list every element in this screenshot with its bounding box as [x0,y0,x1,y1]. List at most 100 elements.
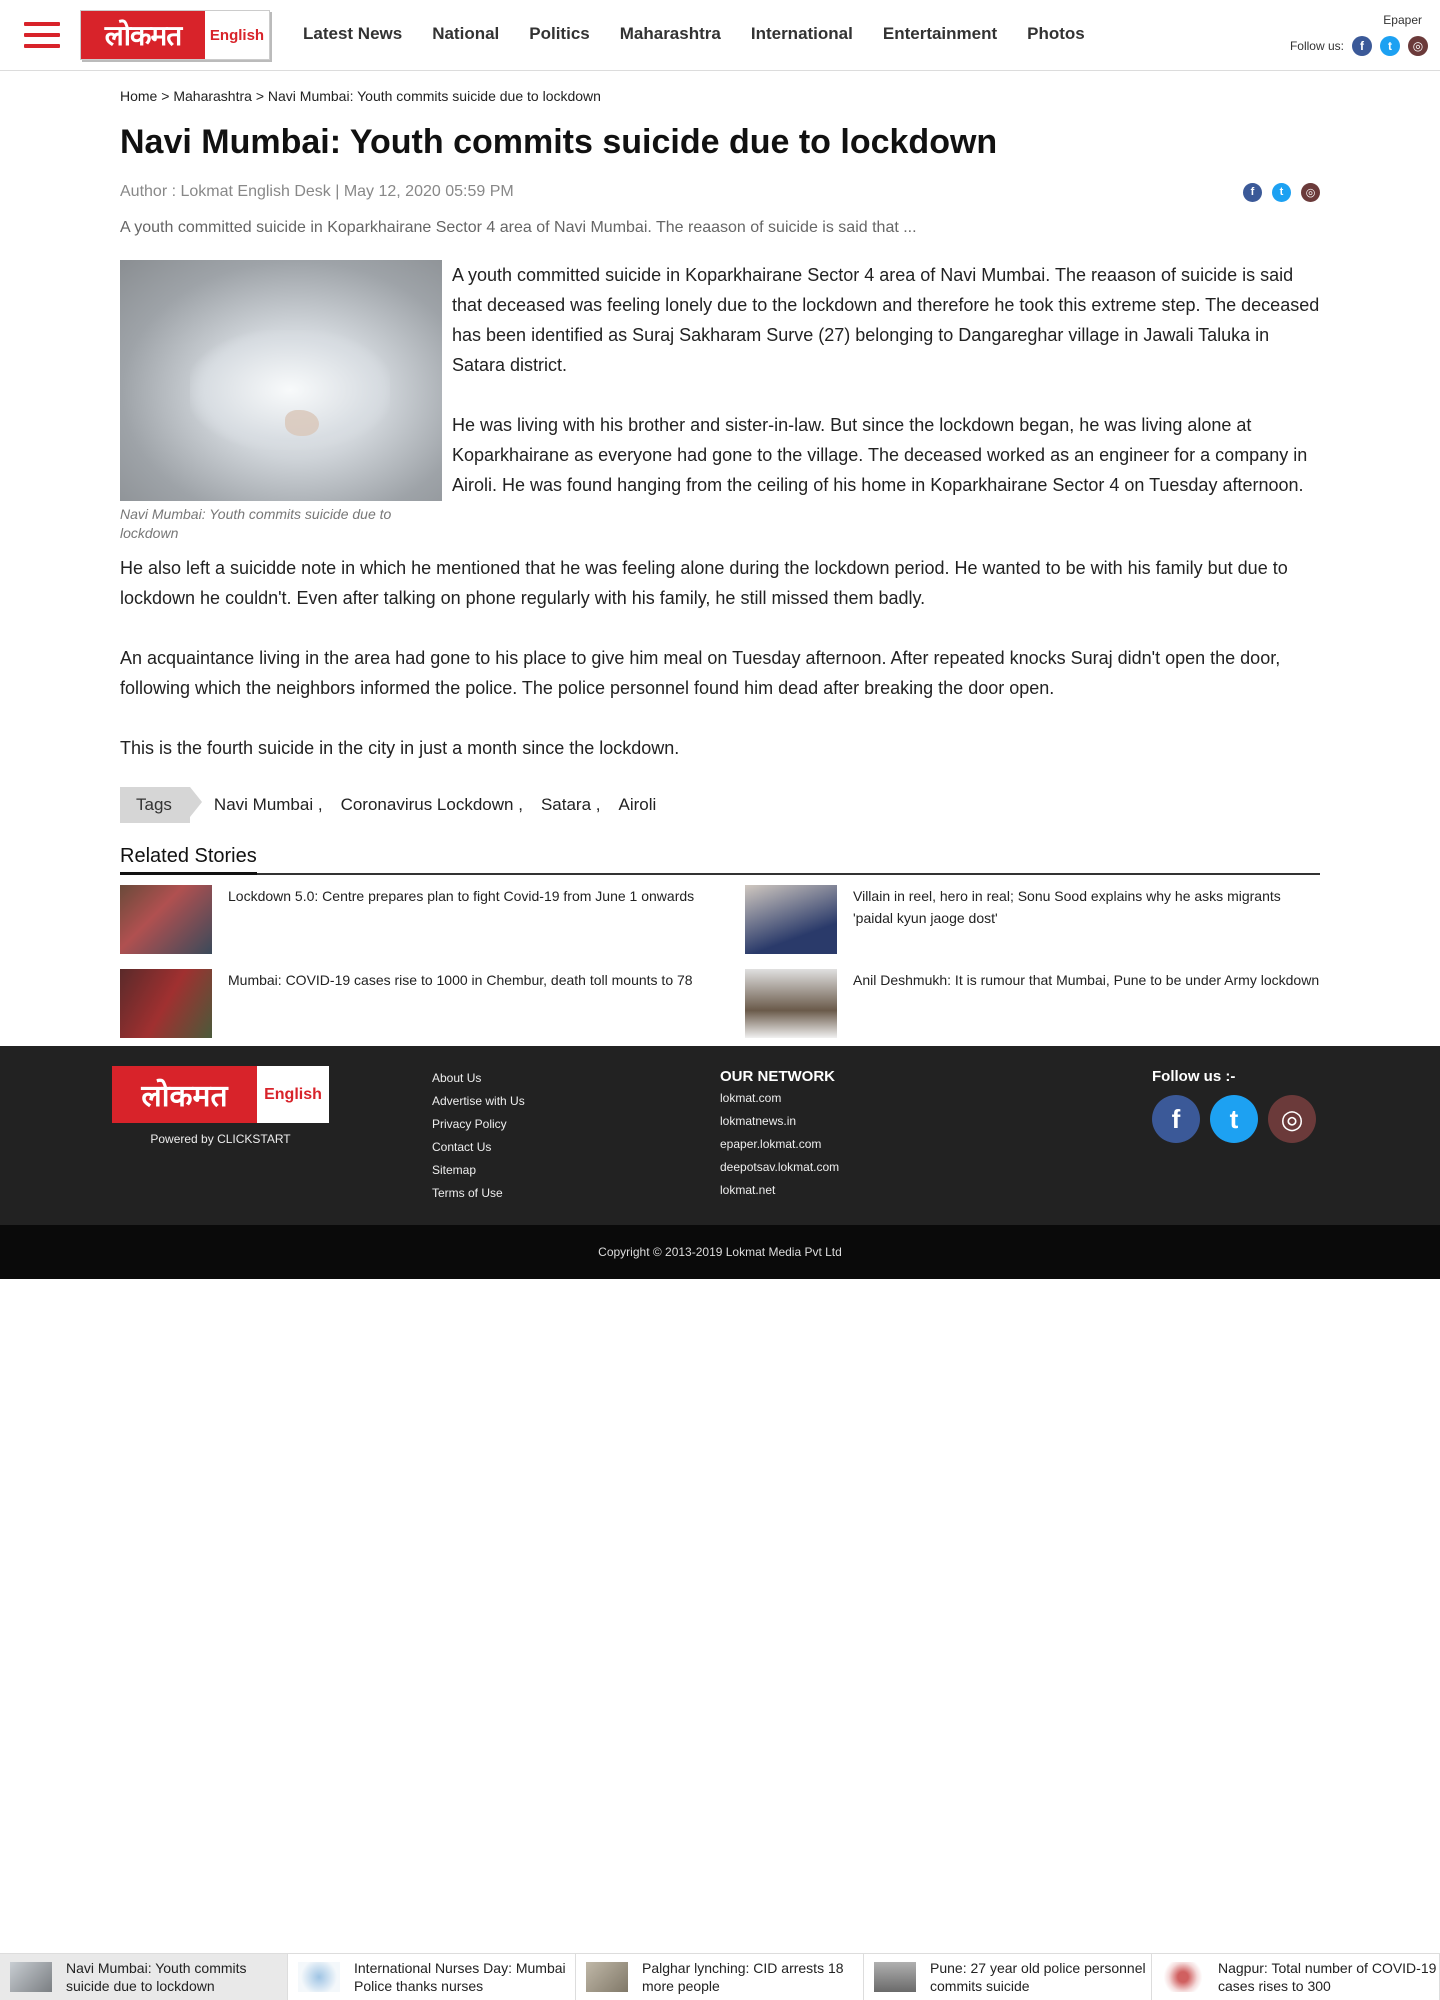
article-body: Navi Mumbai: Youth commits suicide due t… [120,259,1320,823]
footer-instagram-icon[interactable]: ◎ [1268,1095,1316,1143]
share-buttons: f t ◎ [1243,182,1320,202]
author-date: Author : Lokmat English Desk | May 12, 2… [120,182,514,200]
strip-thumbnail [1162,1962,1204,1992]
nav-latest-news[interactable]: Latest News [303,24,402,44]
nav-national[interactable]: National [432,24,499,44]
bottom-news-strip: Navi Mumbai: Youth commits suicide due t… [0,1953,1440,2000]
tags-label: Tags [120,786,202,823]
strip-item[interactable]: Palghar lynching: CID arrests 18 more pe… [576,1954,864,2000]
related-stories-grid: Lockdown 5.0: Centre prepares plan to fi… [120,884,1320,1038]
strip-title: Palghar lynching: CID arrests 18 more pe… [642,1960,844,1994]
strip-item[interactable]: International Nurses Day: Mumbai Police … [288,1954,576,2000]
footer-follow: Follow us :- f t ◎ [1152,1068,1316,1143]
instagram-icon[interactable]: ◎ [1408,36,1428,56]
related-story[interactable]: Lockdown 5.0: Centre prepares plan to fi… [120,884,745,954]
story-thumbnail [745,884,837,954]
network-link[interactable]: deepotsav.lokmat.com [720,1160,839,1174]
breadcrumb: Home > Maharashtra > Navi Mumbai: Youth … [120,88,1320,104]
photo-caption: Navi Mumbai: Youth commits suicide due t… [120,505,392,541]
related-stories-header: Related Stories [120,845,1320,875]
footer-link-about[interactable]: About Us [432,1071,525,1085]
footer-logo-wordmark: लोकमत [112,1066,257,1123]
story-title: Mumbai: COVID-19 cases rise to 1000 in C… [228,971,693,988]
copyright-bar: Copyright © 2013-2019 Lokmat Media Pvt L… [0,1225,1440,1279]
breadcrumb-maharashtra[interactable]: Maharashtra [173,88,252,104]
network-link[interactable]: lokmat.net [720,1183,839,1197]
article-title: Navi Mumbai: Youth commits suicide due t… [120,123,998,161]
site-footer: लोकमत English Powered by CLICKSTART Abou… [0,1046,1440,1225]
network-heading: OUR NETWORK [720,1068,835,1085]
article-summary: A youth committed suicide in Koparkhaira… [120,218,917,236]
nav-international[interactable]: International [751,24,853,44]
story-thumbnail [745,968,837,1038]
footer-link-privacy[interactable]: Privacy Policy [432,1117,525,1131]
story-thumbnail [120,884,212,954]
article-paragraph: An acquaintance living in the area had g… [120,647,1281,698]
nav-photos[interactable]: Photos [1027,24,1085,44]
footer-link-terms[interactable]: Terms of Use [432,1186,525,1200]
footer-link-advertise[interactable]: Advertise with Us [432,1094,525,1108]
article-paragraph: He also left a suicidde note in which he… [120,557,1288,608]
footer-facebook-icon[interactable]: f [1152,1095,1200,1143]
powered-by: Powered by CLICKSTART [150,1132,291,1146]
breadcrumb-separator: > [255,88,264,104]
related-story[interactable]: Villain in reel, hero in real; Sonu Sood… [745,884,1320,954]
footer-links: About Us Advertise with Us Privacy Polic… [432,1071,525,1209]
strip-item[interactable]: Pune: 27 year old police personnel commi… [864,1954,1152,2000]
related-story[interactable]: Anil Deshmukh: It is rumour that Mumbai,… [745,968,1320,1038]
story-title: Lockdown 5.0: Centre prepares plan to fi… [228,887,695,904]
story-thumbnail [120,968,212,1038]
strip-item[interactable]: Navi Mumbai: Youth commits suicide due t… [0,1954,288,2000]
related-story[interactable]: Mumbai: COVID-19 cases rise to 1000 in C… [120,968,745,1038]
tag-list: Tags Navi Mumbai , Coronavirus Lockdown … [120,786,1320,823]
strip-thumbnail [874,1962,916,1992]
footer-link-sitemap[interactable]: Sitemap [432,1163,525,1177]
footer-link-contact[interactable]: Contact Us [432,1140,525,1154]
hamburger-menu-icon[interactable] [24,22,60,48]
footer-twitter-icon[interactable]: t [1210,1095,1258,1143]
share-twitter-icon[interactable]: t [1272,182,1291,202]
story-title: Anil Deshmukh: It is rumour that Mumbai,… [853,971,1320,988]
footer-logo[interactable]: लोकमत English [112,1066,329,1123]
network-link[interactable]: lokmatnews.in [720,1114,839,1128]
nav-politics[interactable]: Politics [529,24,589,44]
breadcrumb-separator: > [161,88,170,104]
footer-follow-heading: Follow us :- [1152,1068,1236,1085]
facebook-icon[interactable]: f [1352,36,1372,56]
share-facebook-icon[interactable]: f [1243,182,1262,202]
site-header: लोकमत English Latest News National Polit… [0,0,1440,71]
article-meta: Author : Lokmat English Desk | May 12, 2… [120,182,1320,202]
header-follow: Follow us: f t ◎ [1290,36,1428,56]
strip-title: Pune: 27 year old police personnel commi… [930,1960,1146,1994]
nav-entertainment[interactable]: Entertainment [883,24,997,44]
strip-thumbnail [586,1962,628,1992]
strip-thumbnail [10,1962,52,1992]
follow-label: Follow us: [1289,39,1344,53]
network-link[interactable]: lokmat.com [720,1091,839,1105]
article-figure: Navi Mumbai: Youth commits suicide due t… [120,259,442,543]
site-logo[interactable]: लोकमत English [80,10,270,60]
strip-item[interactable]: Nagpur: Total number of COVID-19 cases r… [1152,1954,1440,2000]
article-photo [120,259,442,501]
tag-coronavirus-lockdown[interactable]: Coronavirus Lockdown , [341,790,523,820]
breadcrumb-current: Navi Mumbai: Youth commits suicide due t… [267,88,601,104]
related-heading: Related Stories [120,845,257,875]
network-link[interactable]: epaper.lokmat.com [720,1137,839,1151]
main-nav: Latest News National Politics Maharashtr… [303,24,1085,44]
tag-satara[interactable]: Satara , [541,790,601,820]
share-instagram-icon[interactable]: ◎ [1301,182,1320,202]
epaper-link[interactable]: Epaper [1383,13,1422,27]
nav-maharashtra[interactable]: Maharashtra [620,24,721,44]
breadcrumb-home[interactable]: Home [120,88,157,104]
twitter-icon[interactable]: t [1380,36,1400,56]
strip-title: International Nurses Day: Mumbai Police … [354,1960,566,1994]
tag-navi-mumbai[interactable]: Navi Mumbai , [214,790,323,820]
our-network: OUR NETWORK lokmat.com lokmatnews.in epa… [720,1068,839,1206]
tag-airoli[interactable]: Airoli [618,790,656,820]
strip-thumbnail [298,1962,340,1992]
strip-title: Nagpur: Total number of COVID-19 cases r… [1218,1960,1437,1994]
logo-wordmark: लोकमत [81,11,205,59]
footer-logo-edition: English [257,1066,329,1123]
story-title: Villain in reel, hero in real; Sonu Sood… [853,887,1281,926]
article-main: Home > Maharashtra > Navi Mumbai: Youth … [120,71,1320,1038]
